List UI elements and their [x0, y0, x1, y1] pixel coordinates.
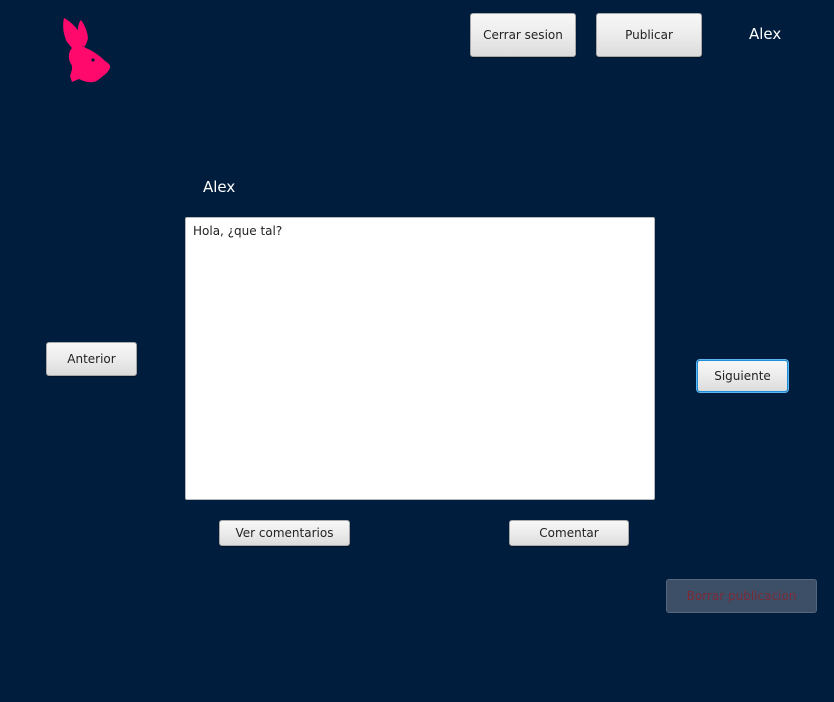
current-user-name: Alex — [749, 25, 782, 43]
rabbit-head-icon — [63, 18, 111, 83]
next-button[interactable]: Siguiente — [697, 360, 788, 392]
app-logo — [56, 16, 112, 84]
delete-post-button: Borrar publicacion — [666, 579, 817, 613]
post-content-area[interactable]: Hola, ¿que tal? — [185, 217, 655, 500]
logout-button[interactable]: Cerrar sesion — [470, 13, 576, 57]
comment-button[interactable]: Comentar — [509, 520, 629, 546]
view-comments-button[interactable]: Ver comentarios — [219, 520, 350, 546]
previous-button[interactable]: Anterior — [46, 342, 137, 376]
post-author: Alex — [203, 178, 236, 196]
publish-button[interactable]: Publicar — [596, 13, 702, 57]
